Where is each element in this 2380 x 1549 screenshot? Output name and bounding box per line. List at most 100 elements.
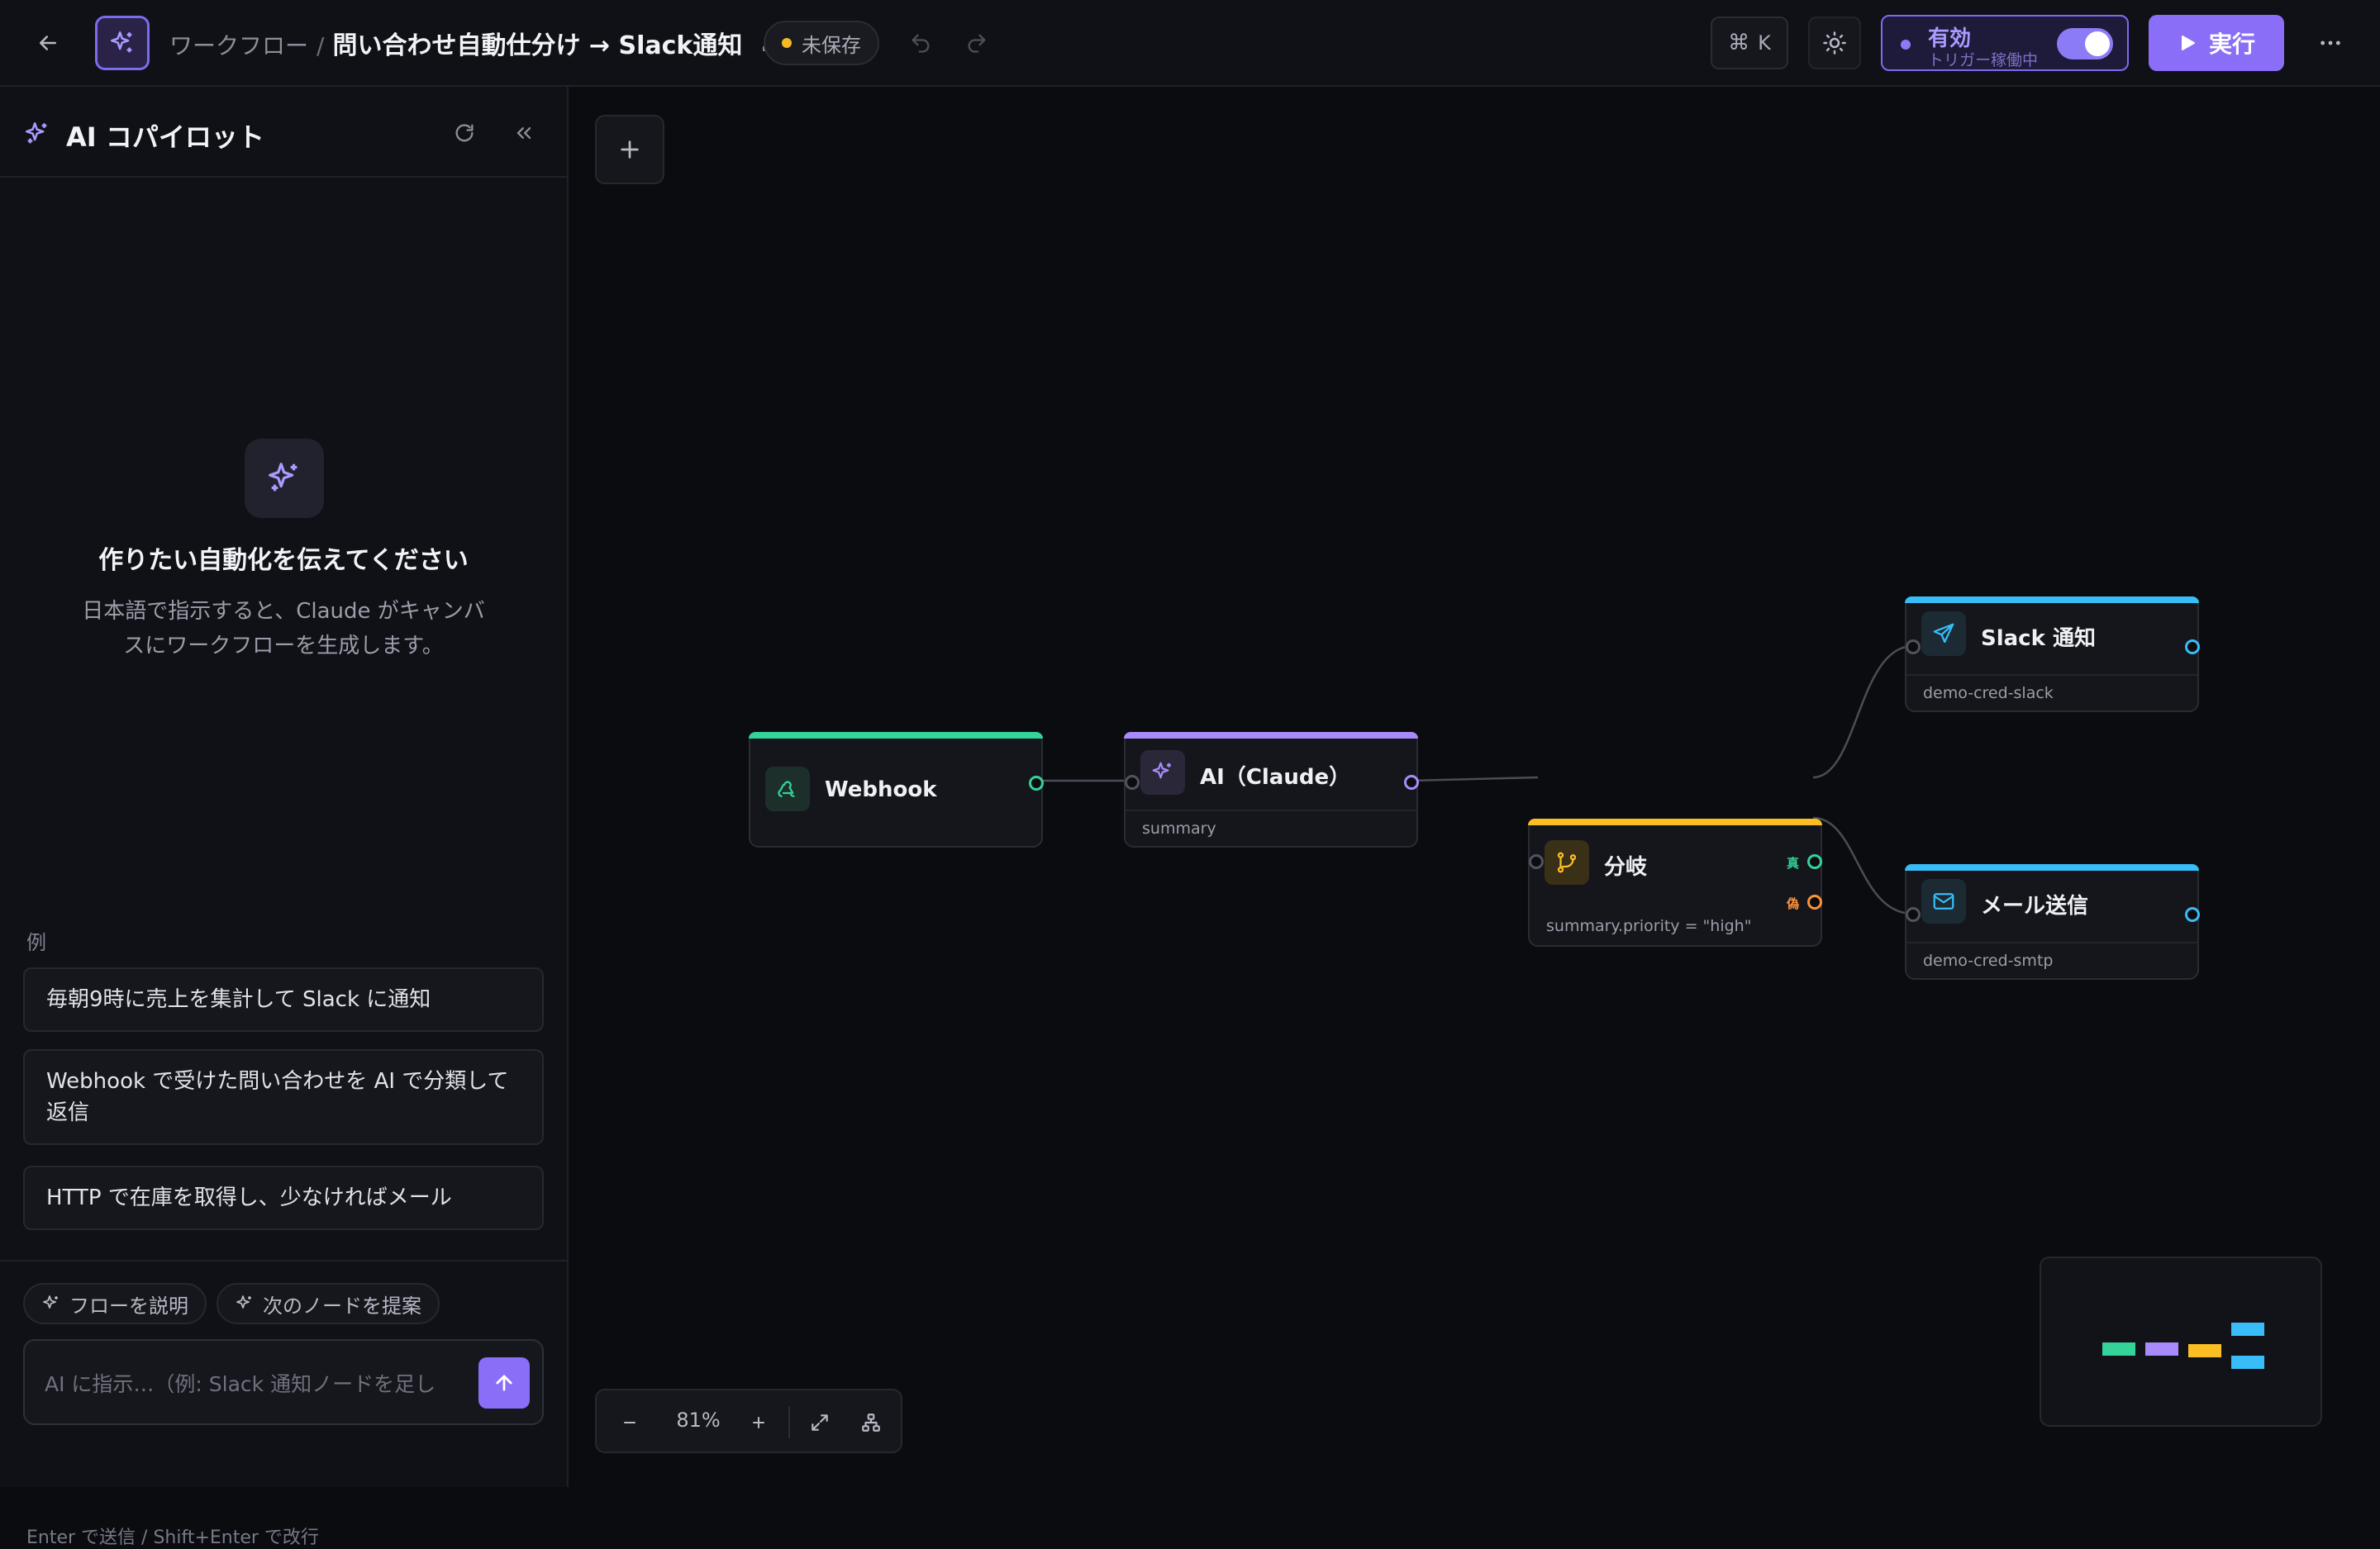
- suggest-next-node-chip[interactable]: 次のノードを提案: [217, 1283, 440, 1324]
- input-port[interactable]: [1906, 907, 1921, 922]
- node-label: AI（Claude）: [1200, 765, 1351, 790]
- minimap-node-slack: [2231, 1323, 2264, 1336]
- redo-icon: [968, 34, 986, 53]
- node-label: Webhook: [825, 777, 937, 802]
- maximize-icon: [812, 1414, 828, 1431]
- run-button[interactable]: 実行: [2149, 15, 2284, 71]
- auto-layout-button[interactable]: [851, 1403, 891, 1442]
- workflow-title[interactable]: 問い合わせ自動仕分け → Slack通知: [332, 25, 742, 61]
- sparkles-icon: [269, 463, 298, 492]
- output-port[interactable]: [2185, 907, 2200, 922]
- webhook-icon: [778, 781, 795, 797]
- minimap-node-branch: [2188, 1344, 2221, 1357]
- empty-state-title: 作りたい自動化を伝えてください: [98, 546, 469, 575]
- node-ai-claude[interactable]: AI（Claude） summary: [1124, 732, 1419, 848]
- sparkles-icon: [1152, 762, 1171, 779]
- edge-branch-slack: [1812, 644, 1914, 779]
- active-sublabel: トリガー稼働中: [1928, 51, 2039, 69]
- arrow-left-icon: [40, 36, 56, 50]
- more-menu-button[interactable]: [2306, 23, 2355, 63]
- example-prompt[interactable]: Webhook で受けた問い合わせを AI で分類して返信: [23, 1049, 544, 1145]
- node-slack-notify[interactable]: Slack 通知 demo-cred-slack: [1905, 596, 2200, 712]
- node-accent-bar: [1528, 819, 1822, 825]
- sparkles-icon: [236, 1295, 251, 1309]
- copilot-header: AI コパイロット: [0, 87, 567, 178]
- active-toggle[interactable]: [2057, 28, 2113, 59]
- workflow-canvas[interactable]: Webhook AI（Claude） summary 分岐 真 偽 summar…: [569, 87, 2380, 1487]
- input-hint: Enter で送信 / Shift+Enter で改行: [26, 1528, 319, 1548]
- node-accent-bar: [749, 732, 1043, 739]
- sparkles-icon: [110, 31, 132, 53]
- output-port[interactable]: [2185, 639, 2200, 654]
- true-branch-label: 真: [1787, 856, 1800, 871]
- node-label: Slack 通知: [1981, 626, 2096, 651]
- minimap-node-mail: [2231, 1356, 2264, 1369]
- example-prompt[interactable]: HTTP で在庫を取得し、少なければメール: [23, 1166, 544, 1230]
- divider: [788, 1407, 790, 1438]
- sitemap-icon: [862, 1414, 880, 1432]
- more-horizontal-icon: [2320, 40, 2340, 45]
- input-port[interactable]: [1906, 639, 1921, 654]
- theme-toggle-button[interactable]: [1808, 17, 1861, 69]
- node-branch[interactable]: 分岐 真 偽 summary.priority = "high": [1528, 819, 1822, 947]
- minimap-node-ai: [2145, 1342, 2178, 1356]
- play-icon: [2181, 36, 2195, 50]
- command-key-icon: ⌘: [1728, 31, 1750, 55]
- node-accent-bar: [1905, 864, 2199, 871]
- sun-icon: [1823, 31, 1846, 55]
- redo-button[interactable]: [957, 23, 997, 63]
- app-logo: [95, 16, 150, 70]
- zoom-in-button[interactable]: [739, 1403, 778, 1442]
- minimap-node-webhook: [2102, 1342, 2135, 1356]
- divider: [0, 1260, 567, 1262]
- example-prompt[interactable]: 毎朝9時に売上を集計して Slack に通知: [23, 967, 544, 1032]
- output-port[interactable]: [1029, 776, 1044, 791]
- back-button[interactable]: [28, 23, 68, 63]
- command-palette-button[interactable]: ⌘ K: [1711, 17, 1788, 69]
- input-port[interactable]: [1529, 854, 1544, 869]
- output-port[interactable]: [1404, 775, 1419, 790]
- send-button[interactable]: [478, 1357, 530, 1409]
- node-subtitle: summary.priority = "high": [1546, 917, 1752, 935]
- top-bar: ワークフロー / 問い合わせ自動仕分け → Slack通知 未保存 ⌘ K 有効…: [0, 0, 2380, 87]
- chevrons-left-icon: [516, 127, 531, 139]
- explain-flow-chip[interactable]: フローを説明: [23, 1283, 207, 1324]
- node-icon: [1140, 750, 1185, 795]
- edge-branch-mail: [1812, 816, 1914, 915]
- reset-chat-button[interactable]: [445, 113, 484, 153]
- zoom-controls: 81%: [595, 1389, 902, 1453]
- chip-label: 次のノードを提案: [263, 1294, 421, 1318]
- mail-icon: [1933, 893, 1954, 910]
- edge-ai-branch: [1409, 776, 1539, 782]
- fit-view-button[interactable]: [800, 1403, 840, 1442]
- collapse-panel-button[interactable]: [504, 113, 544, 153]
- node-icon: [1921, 879, 1966, 924]
- zoom-level: 81%: [676, 1409, 721, 1432]
- empty-state-icon: [245, 439, 324, 518]
- add-node-button[interactable]: [595, 115, 664, 184]
- minimap[interactable]: [2040, 1257, 2322, 1427]
- breadcrumb-parent[interactable]: ワークフロー: [169, 28, 308, 61]
- sparkles-icon: [25, 121, 47, 144]
- toggle-knob: [2085, 31, 2110, 56]
- input-port[interactable]: [1125, 775, 1140, 790]
- node-icon: [765, 767, 810, 811]
- true-output-port[interactable]: [1807, 854, 1822, 869]
- send-icon: [1933, 623, 1954, 644]
- plus-icon: [621, 140, 639, 159]
- git-branch-icon: [1557, 852, 1577, 873]
- shortcut-key: K: [1758, 31, 1771, 55]
- undo-button[interactable]: [901, 23, 940, 63]
- node-send-mail[interactable]: メール送信 demo-cred-smtp: [1905, 864, 2200, 980]
- false-output-port[interactable]: [1807, 895, 1822, 910]
- node-subtitle: demo-cred-smtp: [1906, 942, 2197, 978]
- refresh-icon: [455, 124, 474, 142]
- node-icon: [1921, 611, 1966, 656]
- plus-icon: [753, 1417, 764, 1428]
- active-status-dot: [1901, 40, 1911, 50]
- node-accent-bar: [1905, 596, 2199, 603]
- workflow-active-switch[interactable]: 有効 トリガー稼働中: [1881, 15, 2129, 71]
- copilot-prompt-input[interactable]: [45, 1362, 483, 1405]
- node-webhook[interactable]: Webhook: [749, 732, 1044, 848]
- zoom-out-button[interactable]: [610, 1403, 650, 1442]
